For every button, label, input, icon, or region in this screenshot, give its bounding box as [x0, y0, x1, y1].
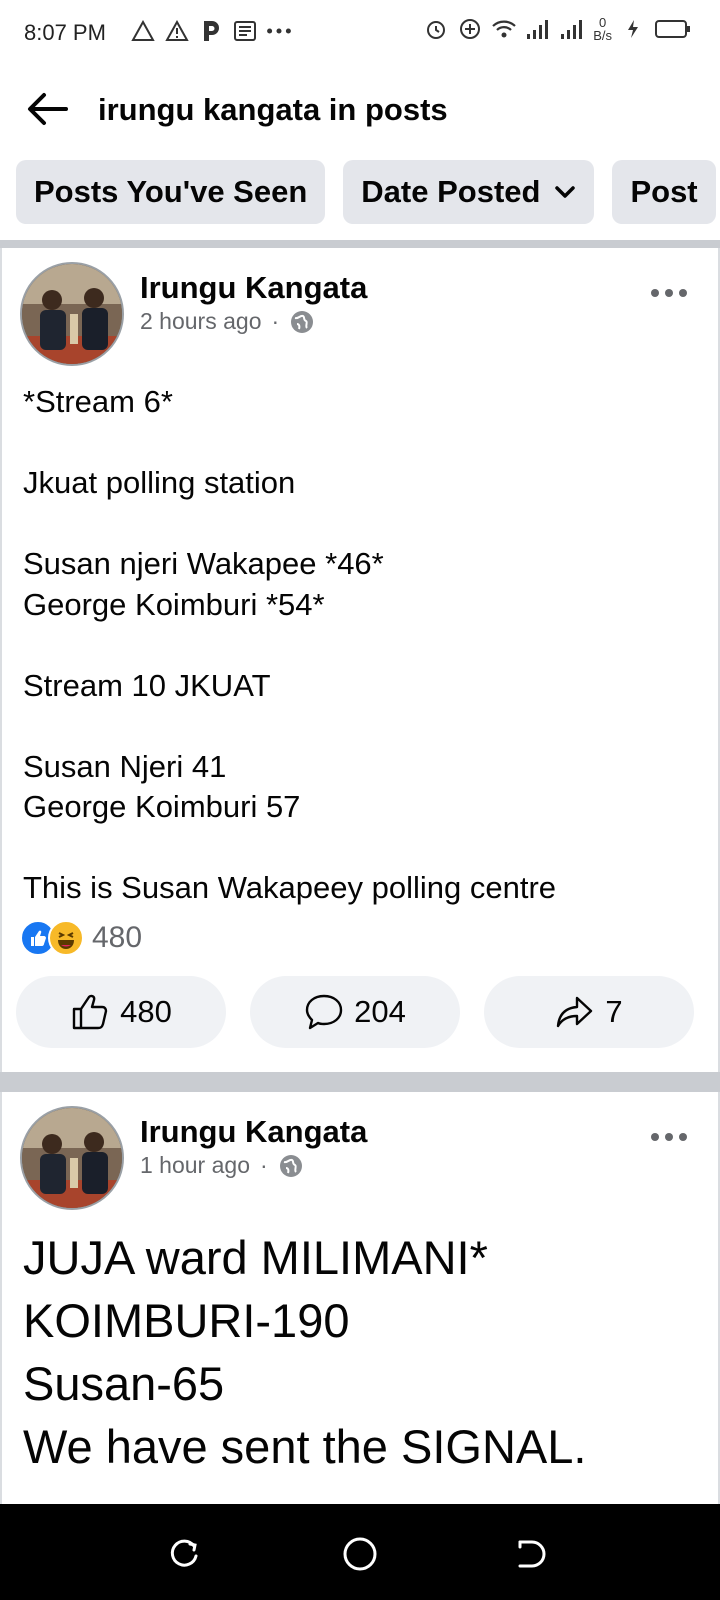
post-text: JUJA ward MILIMANI* KOIMBURI-190 Susan-6…	[23, 1231, 587, 1473]
avatar[interactable]	[20, 262, 124, 366]
post-card: Irungu Kangata 2 hours ago · *Stream 6* …	[0, 248, 720, 1072]
dot	[665, 1133, 673, 1141]
comment-icon	[305, 994, 343, 1030]
filter-date-posted[interactable]: Date Posted	[343, 160, 595, 224]
home-circle-icon	[343, 1537, 377, 1571]
post-divider	[0, 1072, 720, 1092]
back-button[interactable]	[22, 84, 72, 134]
dot	[665, 289, 673, 297]
dot	[679, 289, 687, 297]
status-notification-icons	[130, 16, 292, 46]
profile-photo	[22, 264, 122, 364]
filter-posts-from[interactable]: Post	[612, 160, 716, 224]
post-card: Irungu Kangata 1 hour ago · JUJA ward MI…	[0, 1092, 720, 1504]
status-bar: 8:07 PM 0 B/s	[0, 0, 720, 64]
network-speed: 0 B/s	[593, 16, 612, 42]
filter-posts-seen[interactable]: Posts You've Seen	[16, 160, 326, 224]
warning-icon	[164, 16, 190, 46]
share-count: 7	[605, 994, 623, 1029]
dot	[651, 1133, 659, 1141]
post-more-button[interactable]	[644, 1122, 694, 1152]
reaction-count: 480	[92, 921, 143, 954]
back-nav-icon	[518, 1540, 546, 1568]
like-count: 480	[120, 994, 172, 1029]
share-icon	[557, 996, 593, 1028]
arrow-left-icon	[28, 93, 68, 125]
network-speed-unit: B/s	[593, 28, 612, 43]
signal-icon	[525, 14, 551, 44]
charging-icon	[620, 14, 646, 44]
post-actions: 480 204 7	[16, 976, 694, 1048]
alarm-icon	[423, 14, 449, 44]
home-button[interactable]	[338, 1532, 382, 1576]
comment-count: 204	[354, 994, 406, 1029]
comment-button[interactable]: 204	[250, 976, 460, 1048]
parking-icon	[198, 16, 224, 46]
post-meta: 2 hours ago ·	[140, 308, 315, 335]
dot	[679, 1133, 687, 1141]
recent-apps-button[interactable]	[162, 1532, 206, 1576]
globe-icon	[279, 1154, 302, 1177]
post-time[interactable]: 1 hour ago	[140, 1152, 250, 1179]
news-icon	[232, 16, 258, 46]
filter-label: Post	[630, 174, 698, 209]
post-meta: 1 hour ago ·	[140, 1152, 304, 1179]
haha-reaction-icon	[48, 920, 84, 956]
post-time[interactable]: 2 hours ago	[140, 308, 261, 335]
filter-label: Posts You've Seen	[34, 174, 308, 209]
battery-icon	[654, 14, 692, 44]
avatar[interactable]	[20, 1106, 124, 1210]
back-nav-button[interactable]	[508, 1532, 552, 1576]
post-text: *Stream 6* Jkuat polling station Susan n…	[23, 384, 557, 905]
wifi-icon	[491, 14, 517, 44]
signal-icon	[559, 14, 585, 44]
status-time: 8:07 PM	[24, 20, 106, 45]
reactions-summary[interactable]: 480	[20, 920, 142, 956]
meta-separator: ·	[259, 1152, 268, 1178]
status-system-icons: 0 B/s	[423, 14, 692, 44]
profile-photo	[22, 1108, 122, 1208]
chevron-down-icon	[554, 185, 576, 199]
dot	[651, 289, 659, 297]
post-author[interactable]: Irungu Kangata	[140, 270, 367, 306]
post-author[interactable]: Irungu Kangata	[140, 1114, 367, 1150]
meta-separator: ·	[271, 308, 280, 334]
more-dots-icon	[266, 16, 292, 46]
plus-circle-icon	[457, 14, 483, 44]
filter-label: Date Posted	[361, 174, 541, 209]
search-header: irungu kangata in posts	[0, 64, 720, 154]
recent-apps-icon	[170, 1539, 198, 1567]
share-button[interactable]: 7	[484, 976, 694, 1048]
like-button[interactable]: 480	[16, 976, 226, 1048]
warning-outline-icon	[130, 16, 156, 46]
filter-chips: Posts You've Seen Date Posted Post	[16, 160, 716, 224]
post-more-button[interactable]	[644, 278, 694, 308]
system-nav-bar	[0, 1504, 720, 1600]
globe-icon	[291, 310, 314, 333]
section-divider	[0, 240, 720, 248]
thumbs-up-icon	[72, 994, 108, 1030]
search-query-title[interactable]: irungu kangata in posts	[98, 92, 448, 128]
